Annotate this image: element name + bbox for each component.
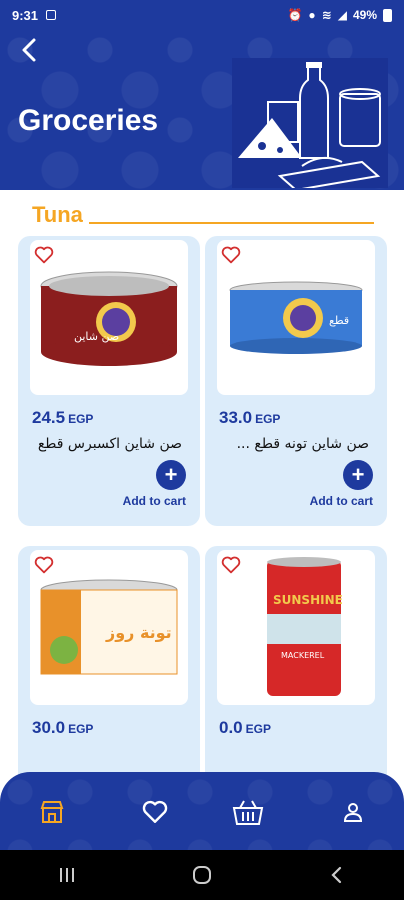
product-brand-text: قطع: [329, 314, 349, 327]
status-icons: ⏰ ● ≋ ◢ 49%: [287, 8, 392, 22]
home-icon: [192, 866, 211, 884]
plus-icon: +: [164, 462, 178, 487]
product-card[interactable]: تونة روز 30.0 EGP: [18, 546, 200, 775]
wifi-icon: ≋: [321, 8, 332, 22]
back-arrow-icon: [22, 38, 36, 62]
price-value: 24.5: [32, 408, 66, 427]
location-icon: ●: [308, 8, 316, 22]
signal-icon: ◢: [337, 8, 347, 22]
price-value: 33.0: [219, 408, 253, 427]
product-card[interactable]: SUNSHINE MACKEREL 0.0 EGP: [205, 546, 387, 775]
product-card[interactable]: صن شاين 24.5 EGP صن شاين اكسبرس قطع ... +…: [18, 236, 200, 526]
product-price: 24.5 EGP: [32, 408, 93, 428]
chevron-left-icon: [331, 866, 341, 884]
gallery-icon: [46, 10, 57, 20]
page-title: Groceries: [18, 104, 159, 137]
product-name: صن شاين تونه قطع ...: [236, 436, 369, 452]
product-brand-text: SUNSHINE: [273, 593, 343, 607]
product-price: 33.0 EGP: [219, 408, 280, 428]
system-navigation-bar: [0, 850, 404, 900]
plus-icon: +: [351, 462, 365, 487]
recent-apps-button[interactable]: [47, 860, 87, 890]
favorite-button[interactable]: [34, 246, 56, 266]
price-currency: EGP: [68, 722, 94, 736]
product-brand-text: تونة روز: [105, 623, 172, 642]
status-time: 9:31: [12, 7, 39, 23]
heart-icon: [142, 800, 168, 823]
nav-store[interactable]: [36, 796, 68, 828]
product-price: 0.0 EGP: [219, 718, 271, 738]
add-to-cart-button[interactable]: +: [156, 460, 186, 490]
product-name: صن شاين اكسبرس قطع ...: [32, 436, 182, 452]
page-header: Groceries: [0, 30, 404, 190]
favorite-button[interactable]: [221, 556, 243, 576]
home-button[interactable]: [182, 860, 222, 890]
product-card[interactable]: قطع 33.0 EGP صن شاين تونه قطع ... + Add t…: [205, 236, 387, 526]
add-to-cart-label[interactable]: Add to cart: [123, 494, 186, 508]
price-currency: EGP: [255, 412, 281, 426]
back-button[interactable]: [18, 36, 46, 64]
heart-icon: [34, 246, 54, 264]
heart-icon: [34, 556, 54, 574]
user-icon: [343, 803, 363, 822]
bottom-navigation: [0, 772, 404, 850]
battery-icon: [383, 8, 392, 22]
section-header: Tuna: [32, 202, 374, 228]
product-brand-text: صن شاين: [74, 330, 119, 343]
alarm-icon: ⏰: [287, 8, 303, 22]
price-value: 0.0: [219, 718, 243, 737]
basket-icon: [232, 800, 264, 825]
nav-favorites[interactable]: [139, 796, 171, 828]
price-currency: EGP: [245, 722, 271, 736]
product-list[interactable]: Tuna صن شاين 24.5 EGP صن شاين اكسبرس قطع …: [0, 190, 404, 775]
product-subtext: MACKEREL: [281, 651, 325, 660]
heart-icon: [221, 556, 241, 574]
heart-icon: [221, 246, 241, 264]
nav-cart[interactable]: [232, 796, 264, 828]
add-to-cart-label[interactable]: Add to cart: [310, 494, 373, 508]
favorite-button[interactable]: [34, 556, 56, 576]
system-back-button[interactable]: [317, 860, 357, 890]
add-to-cart-button[interactable]: +: [343, 460, 373, 490]
price-currency: EGP: [68, 412, 94, 426]
product-price: 30.0 EGP: [32, 718, 93, 738]
nav-profile[interactable]: [337, 796, 369, 828]
favorite-button[interactable]: [221, 246, 243, 266]
status-bar: 9:31 ⏰ ● ≋ ◢ 49%: [0, 0, 404, 30]
battery-percent: 49%: [352, 8, 377, 22]
section-divider: [88, 222, 374, 224]
store-icon: [40, 801, 64, 823]
recent-apps-icon: [60, 868, 75, 882]
groceries-illustration: [232, 58, 388, 188]
price-value: 30.0: [32, 718, 66, 737]
section-title: Tuna: [32, 202, 83, 227]
